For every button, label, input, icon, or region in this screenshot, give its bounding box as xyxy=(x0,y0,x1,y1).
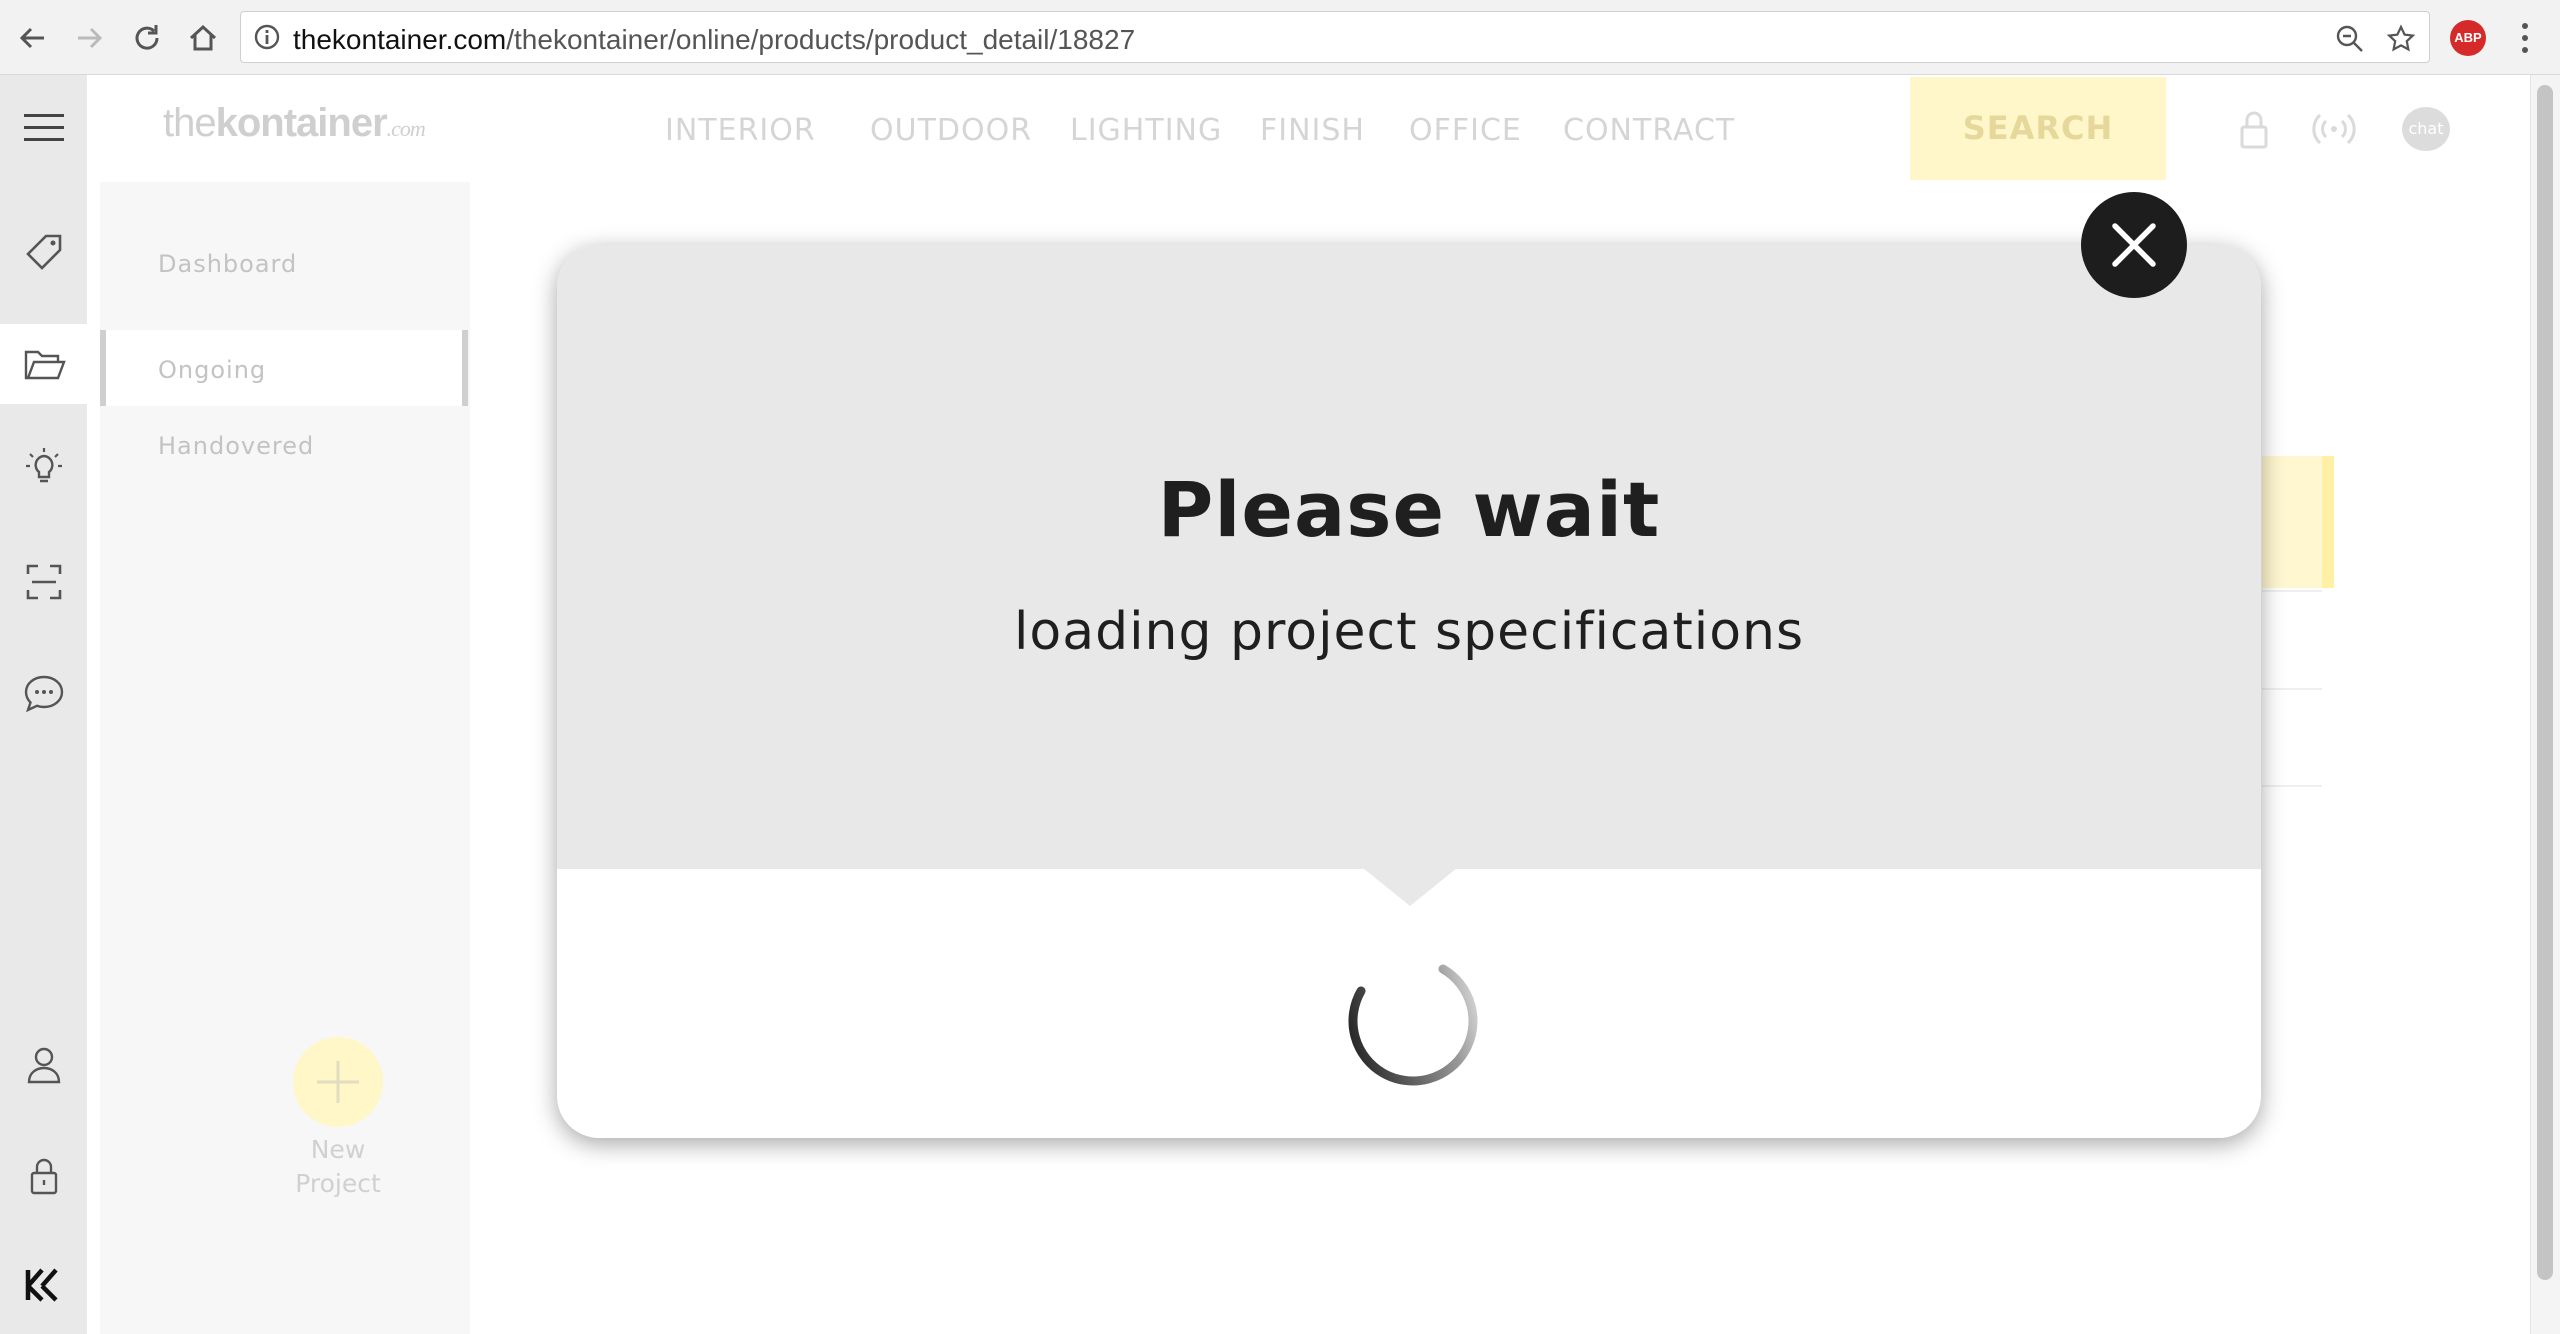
close-icon xyxy=(2112,223,2156,267)
scrollbar-thumb[interactable] xyxy=(2537,85,2553,1280)
bookmark-star-icon[interactable] xyxy=(2386,24,2416,54)
url-text: thekontainer.com/thekontainer/online/pro… xyxy=(293,24,1135,56)
address-bar[interactable]: thekontainer.com/thekontainer/online/pro… xyxy=(240,11,2430,63)
dialog-title: Please wait xyxy=(1157,465,1661,554)
loading-spinner-icon xyxy=(1348,964,1478,1086)
dialog-subtitle: loading project specifications xyxy=(1013,602,1805,662)
browser-menu-icon[interactable] xyxy=(2510,20,2540,56)
browser-toolbar: thekontainer.com/thekontainer/online/pro… xyxy=(0,0,2560,75)
adblock-extension-icon[interactable]: ABP xyxy=(2450,20,2486,56)
forward-arrow-icon[interactable] xyxy=(70,19,108,57)
close-dialog-button[interactable] xyxy=(2081,192,2187,298)
zoom-icon[interactable] xyxy=(2335,24,2365,54)
loading-dialog: Please wait loading project specificatio… xyxy=(557,245,2261,1138)
url-host: thekontainer.com xyxy=(293,24,507,55)
back-arrow-icon[interactable] xyxy=(14,19,52,57)
home-icon[interactable] xyxy=(184,19,222,57)
reload-icon[interactable] xyxy=(128,19,166,57)
url-path: /thekontainer/online/products/product_de… xyxy=(506,24,1136,55)
info-icon[interactable] xyxy=(253,23,281,51)
dialog-message-panel xyxy=(557,245,2261,869)
dialog-pointer-notch xyxy=(1363,868,1457,906)
page-scrollbar[interactable] xyxy=(2530,75,2560,1334)
